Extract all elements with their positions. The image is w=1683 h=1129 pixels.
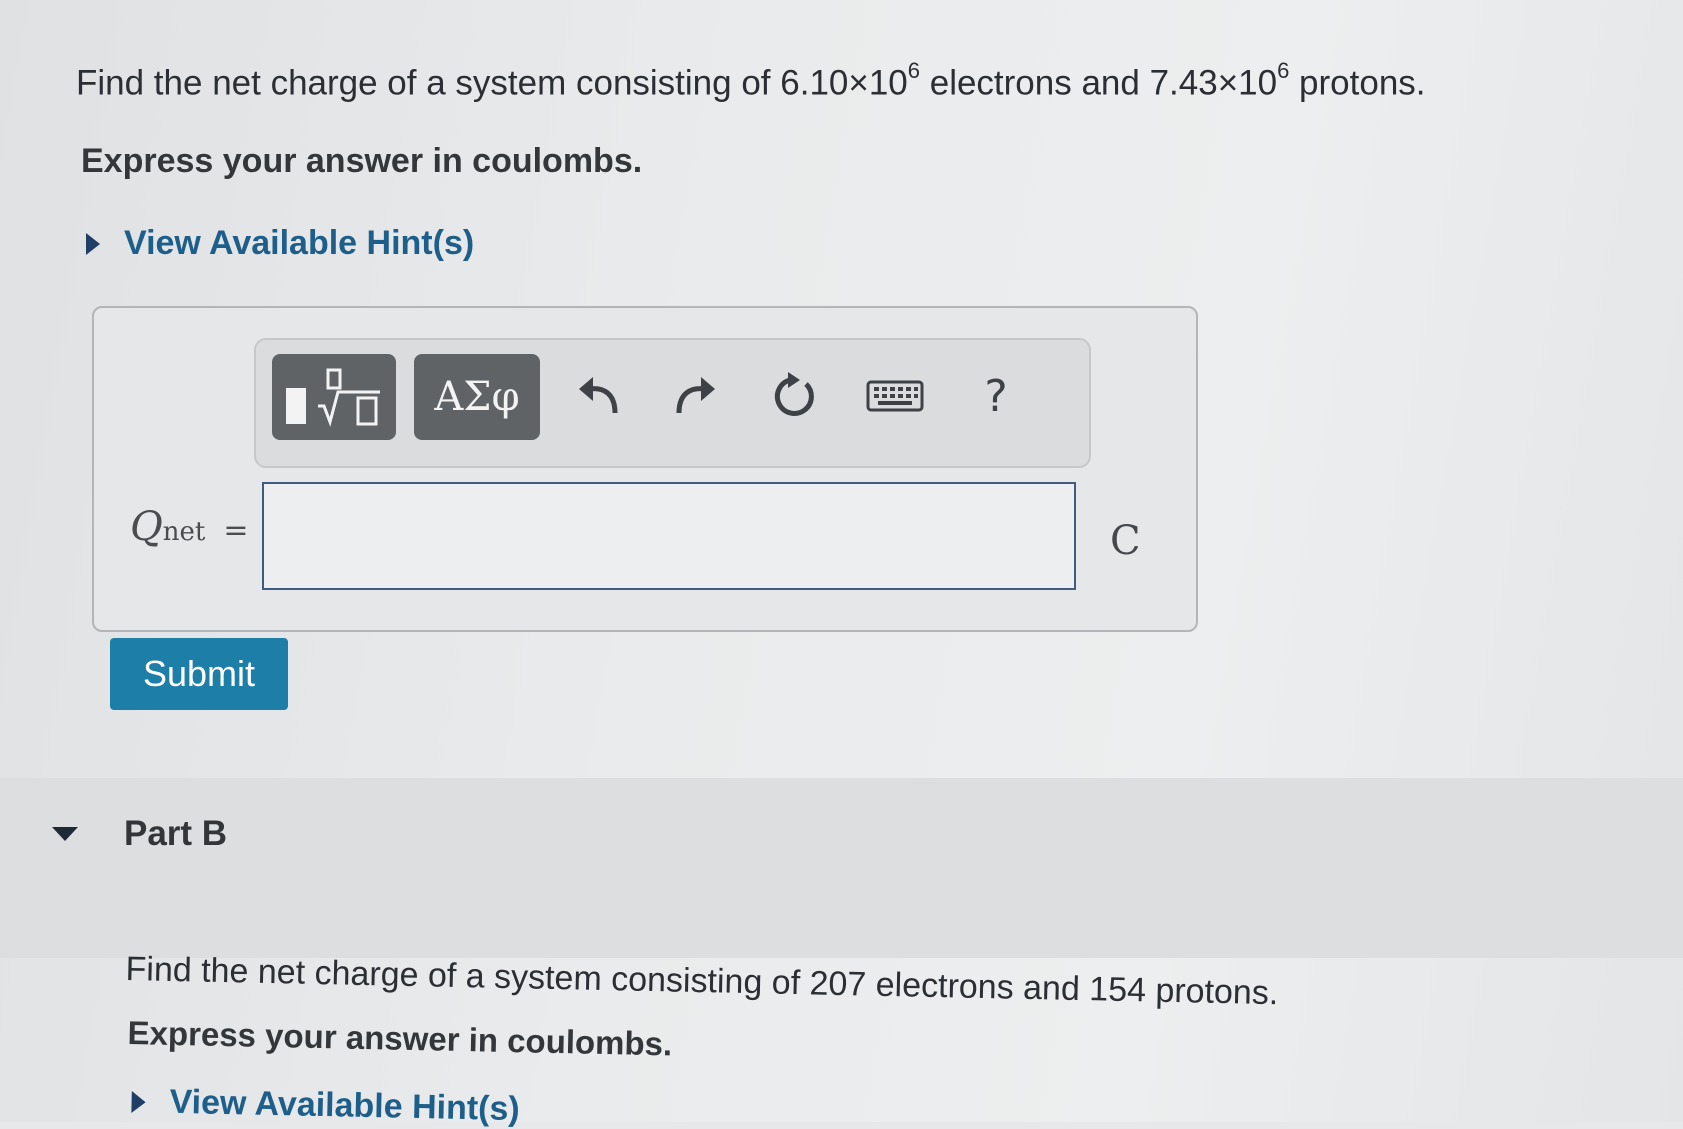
submit-button[interactable]: Submit xyxy=(110,638,288,710)
part-b-header-band xyxy=(0,778,1683,958)
part-b-toggle[interactable]: Part B xyxy=(52,814,227,854)
variable-symbol: Q xyxy=(130,504,163,550)
part-a-question: Find the net charge of a system consisti… xyxy=(76,58,1426,104)
math-toolbar: ΑΣφ ? xyxy=(254,338,1091,468)
equals-sign: = xyxy=(223,513,249,548)
greek-symbols-button[interactable]: ΑΣφ xyxy=(414,354,540,440)
collapse-triangle-icon xyxy=(52,827,78,841)
variable-label: Qnet = xyxy=(130,504,249,550)
templates-button[interactable] xyxy=(272,354,396,440)
reset-icon[interactable] xyxy=(766,370,822,422)
expand-triangle-icon xyxy=(131,1090,146,1113)
redo-icon[interactable] xyxy=(668,370,724,422)
exponent-electrons: 6 xyxy=(907,58,920,83)
answer-input[interactable] xyxy=(262,482,1076,590)
help-button[interactable]: ? xyxy=(968,370,1024,422)
view-hints-toggle[interactable]: View Available Hint(s) xyxy=(86,224,474,263)
part-b-view-hints-label: View Available Hint(s) xyxy=(169,1082,521,1129)
keyboard-icon[interactable] xyxy=(864,370,926,422)
templates-icon xyxy=(286,368,380,427)
question-text-suffix: protons. xyxy=(1289,63,1426,103)
question-text-middle: electrons and 7.43×10 xyxy=(920,63,1278,103)
unit-label: C xyxy=(1110,518,1141,564)
question-text-prefix: Find the net charge of a system consisti… xyxy=(76,63,908,103)
exponent-protons: 6 xyxy=(1277,58,1290,83)
view-hints-label: View Available Hint(s) xyxy=(124,224,475,262)
part-a-instruction: Express your answer in coulombs. xyxy=(81,142,643,180)
undo-icon[interactable] xyxy=(570,370,626,422)
expand-triangle-icon xyxy=(86,232,100,255)
part-b-title: Part B xyxy=(124,814,228,853)
variable-subscript: net xyxy=(162,517,206,547)
